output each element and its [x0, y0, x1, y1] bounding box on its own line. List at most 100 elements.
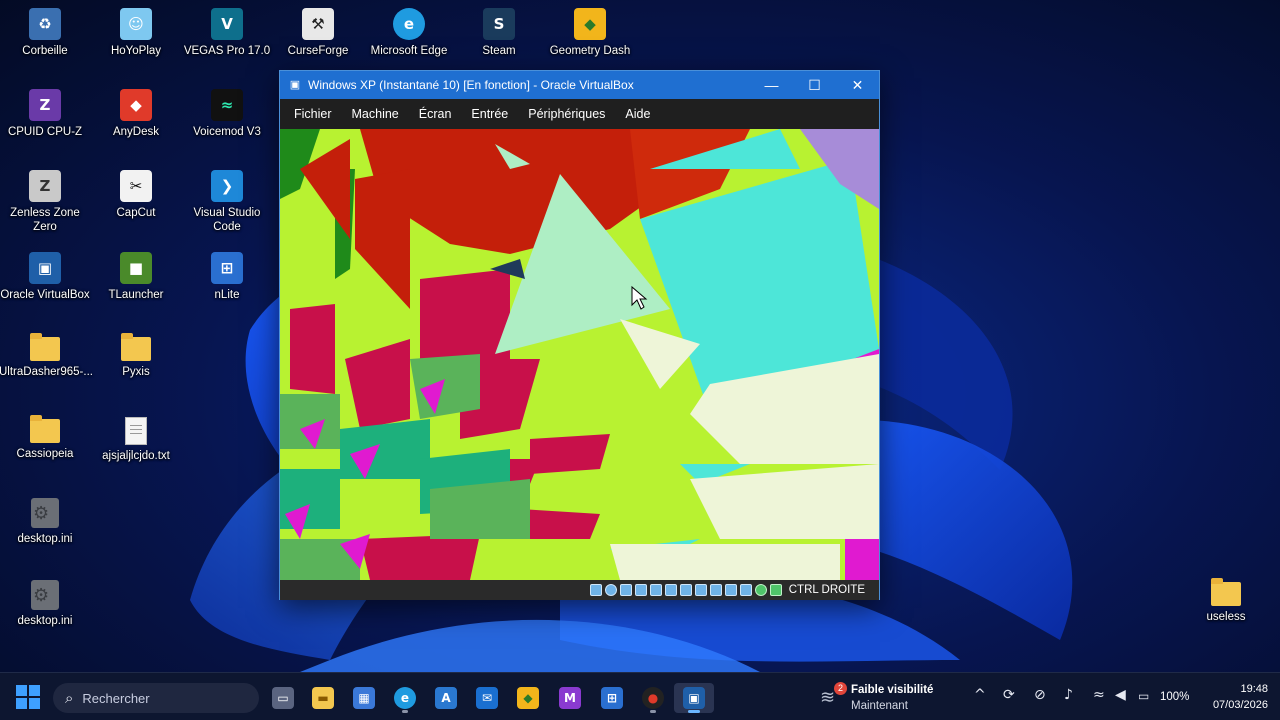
desktop-icon-desktop-ini-2[interactable]: desktop.ini: [0, 572, 90, 650]
start-button[interactable]: [14, 685, 42, 709]
vegas-pro-icon: V: [211, 8, 243, 40]
vm-display[interactable]: [280, 129, 879, 580]
video-capture-icon[interactable]: [709, 584, 722, 596]
desktop-icon-label: Cassiopeia: [16, 448, 74, 460]
desktop-icon-label: useless: [1206, 611, 1246, 623]
desktop-icon-label: CurseForge: [287, 45, 349, 57]
microsoft-store-icon: ▦: [353, 687, 375, 709]
desktop-icon-label: VEGAS Pro 17.0: [183, 45, 271, 57]
desktop-icon-label: Visual Studio Code: [193, 207, 261, 233]
hard-disk-icon[interactable]: [589, 584, 602, 596]
keyboard-icon[interactable]: [769, 584, 782, 596]
desktop-icon-label: CPUID CPU-Z: [7, 126, 83, 138]
cpuz-icon: Z: [29, 89, 61, 121]
folder-icon: [30, 333, 60, 361]
mouse-integration-icon[interactable]: [754, 584, 767, 596]
taskbar-outlook[interactable]: ✉: [467, 683, 507, 713]
desktop-icon-tlauncher[interactable]: ■ TLauncher: [91, 246, 181, 324]
volume-icon[interactable]: ◀: [1115, 687, 1126, 703]
desktop-icon-label: Geometry Dash: [549, 45, 631, 57]
desktop-icon-capcut[interactable]: ✂ CapCut: [91, 164, 181, 242]
menu-fichier[interactable]: Fichier: [286, 107, 340, 121]
steam-icon: S: [483, 8, 515, 40]
desktop-icon-corbeille[interactable]: ♻ Corbeille: [0, 2, 90, 80]
taskbar-file-explorer[interactable]: ▬: [303, 683, 343, 713]
desktop-icon-microsoft-edge[interactable]: e Microsoft Edge: [364, 2, 454, 80]
desktop-icon-pyxis-folder[interactable]: Pyxis: [91, 327, 181, 405]
desktop-icon-cassiopeia-folder[interactable]: Cassiopeia: [0, 409, 90, 487]
usb-icon[interactable]: [664, 584, 677, 596]
taskbar-geometry-dash[interactable]: ◆: [508, 683, 548, 713]
desktop-icon-label: TLauncher: [108, 289, 164, 301]
minimize-button[interactable]: —: [750, 71, 793, 99]
optical-drive-icon[interactable]: [604, 584, 617, 596]
taskbar-visual-studio-purple[interactable]: M: [550, 683, 590, 713]
desktop-icon-vegas-pro[interactable]: V VEGAS Pro 17.0: [182, 2, 272, 80]
taskbar-virtualbox[interactable]: ▣: [674, 683, 714, 713]
battery-icon[interactable]: ▭: [1138, 689, 1149, 703]
menu-peripheriques[interactable]: Périphériques: [520, 107, 613, 121]
display-icon[interactable]: [694, 584, 707, 596]
desktop-icon-curseforge[interactable]: ⚒ CurseForge: [273, 2, 363, 80]
sync-icon[interactable]: ⟳: [1003, 687, 1015, 703]
network-icon[interactable]: [649, 584, 662, 596]
clock[interactable]: 19:48 07/03/2026: [1198, 681, 1268, 713]
show-hidden-icons-chevron[interactable]: ^: [974, 687, 986, 703]
desktop-icon-label: ajsjaljlcjdo.txt: [102, 450, 170, 462]
microphone-icon[interactable]: ♪: [1064, 687, 1073, 703]
desktop-icon-oracle-virtualbox[interactable]: ▣ Oracle VirtualBox: [0, 246, 90, 324]
desktop-icon-nlite[interactable]: ⊞ nLite: [182, 246, 272, 324]
virtualbox-icon: ▣: [29, 252, 61, 284]
desktop-icon-anydesk[interactable]: ◆ AnyDesk: [91, 83, 181, 161]
floppy-icon[interactable]: [619, 584, 632, 596]
desktop-icon-label: AnyDesk: [112, 126, 160, 138]
desktop-icon-text-file[interactable]: ajsjaljlcjdo.txt: [91, 409, 181, 487]
desktop-icon-label: Pyxis: [122, 366, 150, 378]
taskbar-obs[interactable]: ●: [633, 683, 673, 713]
record-icon[interactable]: [724, 584, 737, 596]
shared-folder-icon[interactable]: [679, 584, 692, 596]
virtualbox-window[interactable]: ▣ Windows XP (Instantané 10) [En fonctio…: [279, 70, 880, 600]
weather-widget[interactable]: ≋ 2 Faible visibilité Maintenant: [820, 681, 970, 713]
desktop-icon-ultradasher-folder[interactable]: UltraDasher965-...: [0, 327, 93, 405]
desktop-icon-hoyoplay[interactable]: ☺ HoYoPlay: [91, 2, 181, 80]
menu-machine[interactable]: Machine: [344, 107, 407, 121]
desktop-icon-desktop-ini[interactable]: desktop.ini: [0, 490, 90, 568]
window-titlebar[interactable]: ▣ Windows XP (Instantané 10) [En fonctio…: [280, 71, 879, 99]
search-box[interactable]: ⌕ Rechercher: [53, 683, 259, 713]
desktop-icon-voicemod[interactable]: ≈ Voicemod V3: [182, 83, 272, 161]
desktop-icon-useless-folder[interactable]: useless: [1181, 572, 1271, 650]
taskbar-task-view[interactable]: ▭: [263, 683, 303, 713]
menu-aide[interactable]: Aide: [617, 107, 658, 121]
desktop-icon-label: Corbeille: [22, 45, 68, 57]
taskbar-visual-studio[interactable]: A: [426, 683, 466, 713]
wifi-icon[interactable]: ≈: [1093, 687, 1105, 703]
edge-icon: e: [394, 687, 416, 709]
maximize-button[interactable]: ☐: [793, 71, 836, 99]
visual-studio-purple-icon: M: [559, 687, 581, 709]
folder-icon: [30, 415, 60, 443]
desktop-icon-label: CapCut: [116, 207, 156, 219]
host-key-label: CTRL DROITE: [788, 584, 865, 596]
desktop-icon-geometry-dash[interactable]: ◆ Geometry Dash: [545, 2, 635, 80]
desktop-icon-visual-studio-code[interactable]: ❯ Visual Studio Code: [182, 164, 272, 242]
taskbar-nlite[interactable]: ⊞: [592, 683, 632, 713]
audio-icon[interactable]: [634, 584, 647, 596]
taskbar: ⌕ Rechercher ▭ ▬ ▦ e A ✉ ◆ M ⊞ ● ▣ ≋ 2 F…: [0, 672, 1280, 720]
close-button[interactable]: ✕: [836, 71, 879, 99]
recycle-bin-icon: ♻: [29, 8, 61, 40]
menu-ecran[interactable]: Écran: [411, 107, 460, 121]
tlauncher-icon: ■: [120, 252, 152, 284]
desktop-icon-steam[interactable]: S Steam: [454, 2, 544, 80]
vm-statusbar: CTRL DROITE: [280, 580, 879, 600]
cpu-icon[interactable]: [739, 584, 752, 596]
menu-entree[interactable]: Entrée: [463, 107, 516, 121]
edge-icon: e: [393, 8, 425, 40]
taskbar-edge[interactable]: e: [385, 683, 425, 713]
desktop-icon-cpuid-cpu-z[interactable]: Z CPUID CPU-Z: [0, 83, 90, 161]
desktop-icon-zenless-zone-zero[interactable]: Z Zenless Zone Zero: [0, 164, 90, 242]
search-icon: ⌕: [65, 689, 74, 707]
antivirus-icon[interactable]: ⊘: [1034, 687, 1046, 703]
taskbar-microsoft-store[interactable]: ▦: [344, 683, 384, 713]
window-title: Windows XP (Instantané 10) [En fonction]…: [308, 78, 634, 92]
